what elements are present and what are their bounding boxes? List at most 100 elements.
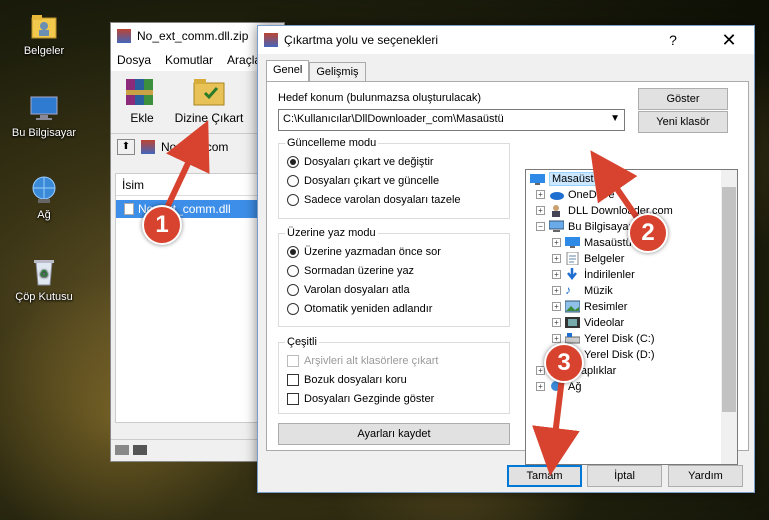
recycle-bin-icon: ♻ <box>28 256 60 288</box>
destination-path-combo[interactable]: C:\Kullanıcılar\DllDownloader_com\Masaüs… <box>278 109 625 131</box>
tree-label: Belgeler <box>584 252 625 265</box>
misc-group: Çeşitli Arşivleri alt klasörlere çıkart … <box>278 336 510 414</box>
tree-item-pictures[interactable]: + Resimler <box>552 300 627 313</box>
tree-item-desktop-sub[interactable]: + Masaüstü <box>552 236 632 249</box>
radio[interactable] <box>287 175 299 187</box>
misc-option-subfolders: Arşivleri alt klasörlere çıkart <box>287 355 438 367</box>
address-text[interactable]: No_ext_com <box>161 140 228 154</box>
tree-label: İndirilenler <box>584 268 635 281</box>
help-icon[interactable]: ? <box>658 26 688 54</box>
option-label: Bozuk dosyaları koru <box>304 374 407 386</box>
expand-icon[interactable]: + <box>536 206 545 215</box>
tree-item-desktop[interactable]: Masaüstü <box>530 172 603 186</box>
winrar-app-icon <box>117 29 131 43</box>
tree-label: Yerel Disk (C:) <box>584 332 655 345</box>
desktop-icon-belgeler[interactable]: Belgeler <box>6 10 82 57</box>
ok-button[interactable]: Tamam <box>507 465 582 487</box>
help-button[interactable]: Yardım <box>668 465 743 487</box>
documents-icon <box>565 251 580 266</box>
menu-araclar[interactable]: Araçla <box>227 53 261 67</box>
tree-item-computer[interactable]: − Bu Bilgisayar <box>536 220 632 233</box>
new-folder-button[interactable]: Yeni klasör <box>638 111 728 133</box>
desktop-icon <box>530 173 545 186</box>
save-settings-button[interactable]: Ayarları kaydet <box>278 423 510 445</box>
overwrite-option-ask[interactable]: Üzerine yazmadan önce sor <box>287 246 441 258</box>
tree-item-music[interactable]: + ♪ Müzik <box>552 284 613 297</box>
expand-icon[interactable]: + <box>536 382 545 391</box>
radio-selected[interactable] <box>287 156 299 168</box>
radio[interactable] <box>287 303 299 315</box>
option-label: Sadece varolan dosyaları tazele <box>304 194 461 206</box>
folder-tree[interactable]: Masaüstü + OneDrive + DLL Downloader.com… <box>525 169 738 465</box>
pictures-icon <box>564 300 581 313</box>
tree-scrollbar-thumb[interactable] <box>722 187 736 412</box>
misc-option-show-explorer[interactable]: Dosyaları Gezginde göster <box>287 393 434 405</box>
add-button-label: Ekle <box>130 111 154 125</box>
checkbox-disabled <box>287 355 299 367</box>
option-label: Dosyaları çıkart ve değiştir <box>304 156 434 168</box>
tab-gelismis[interactable]: Gelişmiş <box>309 62 366 81</box>
option-label: Arşivleri alt klasörlere çıkart <box>304 355 439 367</box>
expand-icon[interactable]: + <box>536 190 545 199</box>
desktop-icon-ag[interactable]: Ağ <box>6 174 82 221</box>
cloud-icon <box>549 188 564 201</box>
option-label: Varolan dosyaları atla <box>304 284 410 296</box>
desktop-icon-cop-kutusu[interactable]: ♻ Çöp Kutusu <box>6 256 82 303</box>
update-option-update[interactable]: Dosyaları çıkart ve güncelle <box>287 175 439 187</box>
update-option-replace[interactable]: Dosyaları çıkart ve değiştir <box>287 156 434 168</box>
overwrite-mode-title: Üzerine yaz modu <box>285 227 378 239</box>
drive-icon <box>115 445 129 455</box>
tab-genel[interactable]: Genel <box>266 60 310 82</box>
radio[interactable] <box>287 194 299 206</box>
menu-komutlar[interactable]: Komutlar <box>165 53 213 67</box>
desktop-icon-label: Belgeler <box>23 45 65 57</box>
overwrite-option-noask[interactable]: Sormadan üzerine yaz <box>287 265 414 277</box>
expand-icon[interactable]: + <box>552 302 561 311</box>
extract-to-label: Dizine Çıkart <box>174 111 244 125</box>
chevron-down-icon[interactable]: ▼ <box>610 113 620 124</box>
overwrite-option-rename[interactable]: Otomatik yeniden adlandır <box>287 303 432 315</box>
desktop-icon-label: Ağ <box>37 209 51 221</box>
tree-scrollbar[interactable] <box>721 170 737 464</box>
collapse-icon[interactable]: − <box>536 222 545 231</box>
dialog-app-icon <box>264 33 278 47</box>
expand-icon[interactable]: + <box>552 238 561 247</box>
close-icon[interactable]: ✕ <box>714 26 744 54</box>
update-option-fresh[interactable]: Sadece varolan dosyaları tazele <box>287 194 461 206</box>
overwrite-option-skip[interactable]: Varolan dosyaları atla <box>287 284 410 296</box>
radio-selected[interactable] <box>287 246 299 258</box>
tree-item-onedrive[interactable]: + OneDrive <box>536 188 614 201</box>
expand-icon[interactable]: + <box>552 270 561 279</box>
menu-dosya[interactable]: Dosya <box>117 53 151 67</box>
file-row[interactable]: No_ext_comm.dll <box>116 200 261 218</box>
show-button[interactable]: Göster <box>638 88 728 110</box>
folder-user-icon <box>28 10 60 42</box>
tree-label: Masaüstü <box>584 236 632 249</box>
tree-label: Resimler <box>584 300 628 313</box>
tree-item-videos[interactable]: + Videolar <box>552 316 624 329</box>
tree-item-documents[interactable]: + Belgeler <box>552 251 625 266</box>
expand-icon[interactable]: + <box>552 286 561 295</box>
add-button[interactable]: Ekle <box>117 75 167 125</box>
extract-to-button[interactable]: Dizine Çıkart <box>173 75 245 125</box>
up-folder-icon[interactable]: ⬆ <box>117 138 135 155</box>
option-label: Dosyaları çıkart ve güncelle <box>304 175 440 187</box>
radio[interactable] <box>287 284 299 296</box>
cancel-button[interactable]: İptal <box>587 465 662 487</box>
misc-option-keep-broken[interactable]: Bozuk dosyaları koru <box>287 374 407 386</box>
computer-icon <box>28 92 60 124</box>
expand-icon[interactable]: + <box>552 318 561 327</box>
tree-item-downloads[interactable]: + İndirilenler <box>552 268 635 281</box>
expand-icon[interactable]: + <box>552 254 561 263</box>
expand-icon[interactable]: + <box>552 334 561 343</box>
column-header-name[interactable]: İsim <box>122 178 144 192</box>
tree-label-selected: Masaüstü <box>549 172 603 186</box>
dialog-title: Çıkartma yolu ve seçenekleri <box>284 33 439 47</box>
tree-label: Videolar <box>584 316 625 329</box>
checkbox[interactable] <box>287 374 299 386</box>
svg-text:♻: ♻ <box>40 269 49 280</box>
desktop-icon-bu-bilgisayar[interactable]: Bu Bilgisayar <box>6 92 82 139</box>
radio[interactable] <box>287 265 299 277</box>
checkbox[interactable] <box>287 393 299 405</box>
desktop-icon <box>565 236 580 249</box>
